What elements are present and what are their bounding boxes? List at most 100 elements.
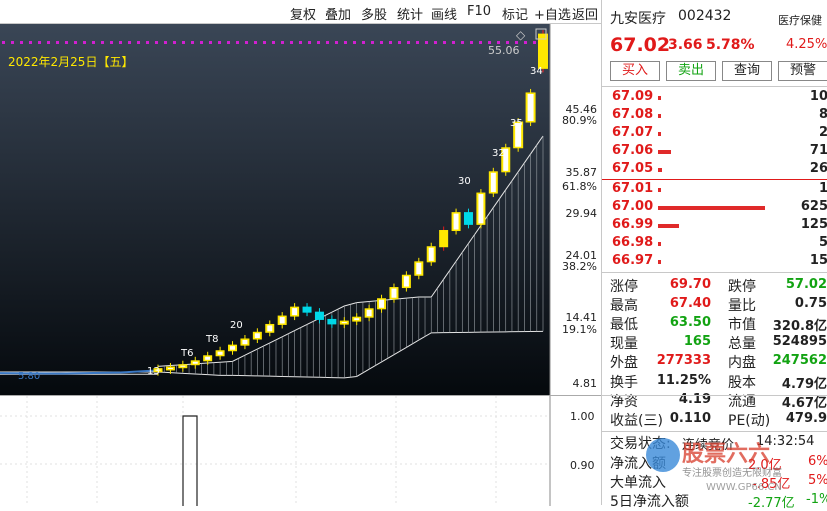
candle-label: 20 bbox=[230, 320, 243, 331]
candle-inner bbox=[205, 356, 211, 360]
bid-volume: 625 bbox=[800, 199, 827, 214]
bid-volume: 5 bbox=[818, 235, 827, 250]
net-flow-percent: 6% bbox=[808, 454, 827, 469]
query-button[interactable]: 查询 bbox=[722, 61, 772, 81]
ask-level[interactable]: 67.07 2 bbox=[602, 125, 827, 143]
dot bbox=[335, 41, 338, 44]
pe-value: 479.9 bbox=[785, 411, 827, 426]
candle-inner bbox=[490, 172, 496, 193]
dot bbox=[38, 41, 41, 44]
bid-level[interactable]: 67.00 625 bbox=[602, 199, 827, 217]
candle-inner bbox=[379, 299, 385, 308]
chart-toolbar: 复权 叠加 多股 统计 画线 F10 标记 +自选 返回 bbox=[0, 0, 601, 24]
bid-volume: 15 bbox=[809, 253, 827, 268]
bid-volume-bar bbox=[658, 206, 765, 210]
bid-level[interactable]: 66.97 15 bbox=[602, 253, 827, 271]
ask-level[interactable]: 67.08 8 bbox=[602, 107, 827, 125]
axis-price: 29.94 bbox=[566, 207, 598, 220]
dot bbox=[119, 41, 122, 44]
five-day-flow-label: 5日净流入额 bbox=[610, 494, 689, 510]
toolbar-item[interactable]: 统计 bbox=[397, 4, 423, 23]
toolbar-item[interactable]: +自选 bbox=[534, 4, 571, 23]
kline-chart[interactable]: 13 T6 T8 20 30 32 34 35 2022年2月25日【五】 55.06 5.8… bbox=[0, 24, 601, 395]
candle-label: 34 bbox=[530, 66, 543, 77]
dot bbox=[290, 41, 293, 44]
chart-background bbox=[0, 24, 550, 395]
eps-label: 收益(三) bbox=[610, 413, 663, 429]
dot bbox=[137, 41, 140, 44]
candle-body bbox=[302, 306, 312, 313]
outer-label: 外盘 bbox=[610, 355, 638, 371]
dot bbox=[236, 41, 239, 44]
dot bbox=[65, 41, 68, 44]
big-flow-percent: 5% bbox=[808, 473, 827, 488]
now-value: 165 bbox=[683, 334, 711, 349]
candle-inner bbox=[267, 325, 273, 332]
inner-value: 247562 bbox=[772, 353, 827, 368]
bid-volume-bar bbox=[658, 188, 662, 192]
toolbar-item[interactable]: 叠加 bbox=[325, 4, 351, 23]
dot bbox=[101, 41, 104, 44]
ask-level[interactable]: 67.05 26 bbox=[602, 161, 827, 179]
bid-level[interactable]: 66.98 5 bbox=[602, 235, 827, 253]
axis-price: 4.81 bbox=[573, 377, 598, 390]
dot bbox=[533, 41, 536, 44]
dot bbox=[407, 41, 410, 44]
dot bbox=[353, 41, 356, 44]
limit-down-label: 跌停 bbox=[728, 279, 756, 295]
eps-value: 0.110 bbox=[669, 411, 711, 426]
turnover-label: 换手 bbox=[610, 375, 638, 391]
industry-percent: 4.25% bbox=[786, 37, 827, 52]
toolbar-item[interactable]: 画线 bbox=[431, 4, 457, 23]
industry-label[interactable]: 医疗保健 bbox=[778, 12, 827, 28]
dot bbox=[398, 41, 401, 44]
ask-level[interactable]: 67.06 71 bbox=[602, 143, 827, 161]
candle-inner bbox=[180, 365, 186, 367]
float-label: 流通 bbox=[728, 394, 756, 410]
toolbar-item[interactable]: 多股 bbox=[361, 4, 387, 23]
vol-ratio-label: 量比 bbox=[728, 298, 756, 314]
diamond-icon[interactable]: ◇ bbox=[516, 28, 526, 42]
dot bbox=[245, 41, 248, 44]
dot bbox=[443, 41, 446, 44]
candle-label: T8 bbox=[205, 334, 218, 345]
trade-status-value: 连续竞价 bbox=[682, 438, 735, 453]
candle-label: 35 bbox=[510, 118, 523, 129]
outer-value: 277333 bbox=[656, 353, 711, 368]
dot bbox=[461, 41, 464, 44]
bid-level[interactable]: 66.99 125 bbox=[602, 217, 827, 235]
dot bbox=[20, 41, 23, 44]
toolbar-item[interactable]: 返回 bbox=[572, 4, 598, 23]
buy-button[interactable]: 买入 bbox=[610, 61, 660, 81]
change-percent: 5.78% bbox=[706, 37, 755, 53]
bid-price: 67.00 bbox=[612, 199, 654, 214]
dot bbox=[344, 41, 347, 44]
low-label: 最低 bbox=[610, 317, 638, 333]
trade-status-label: 交易状态: bbox=[610, 436, 671, 452]
bid-level[interactable]: 67.01 1 bbox=[602, 181, 827, 199]
axis-price: 35.87 bbox=[566, 166, 598, 179]
nav-label: 净资 bbox=[610, 394, 638, 410]
date-label: 2022年2月25日【五】 bbox=[8, 55, 133, 69]
shares-label: 股本 bbox=[728, 375, 756, 391]
toolbar-item[interactable]: 标记 bbox=[502, 4, 528, 23]
toolbar-item[interactable]: F10 bbox=[467, 4, 491, 19]
ask-price: 67.08 bbox=[612, 107, 654, 122]
alert-button[interactable]: 预警 bbox=[778, 61, 827, 81]
bid-volume: 125 bbox=[800, 217, 827, 232]
candle-inner bbox=[341, 322, 347, 324]
candle-inner bbox=[217, 351, 223, 355]
dot bbox=[227, 41, 230, 44]
bid-volume-bar bbox=[658, 242, 662, 246]
toolbar-item[interactable]: 复权 bbox=[290, 4, 316, 23]
indicator-grid bbox=[26, 396, 497, 506]
candle-body bbox=[463, 212, 473, 225]
bid-price: 66.98 bbox=[612, 235, 654, 250]
dot bbox=[479, 41, 482, 44]
axis-percent: 80.9% bbox=[562, 114, 597, 127]
ask-volume-bar bbox=[658, 150, 671, 154]
ask-level[interactable]: 67.09 10 bbox=[602, 89, 827, 107]
sell-button[interactable]: 卖出 bbox=[666, 61, 716, 81]
stock-title: 九安医疗 002432 医疗保健 bbox=[602, 8, 827, 30]
dot bbox=[452, 41, 455, 44]
